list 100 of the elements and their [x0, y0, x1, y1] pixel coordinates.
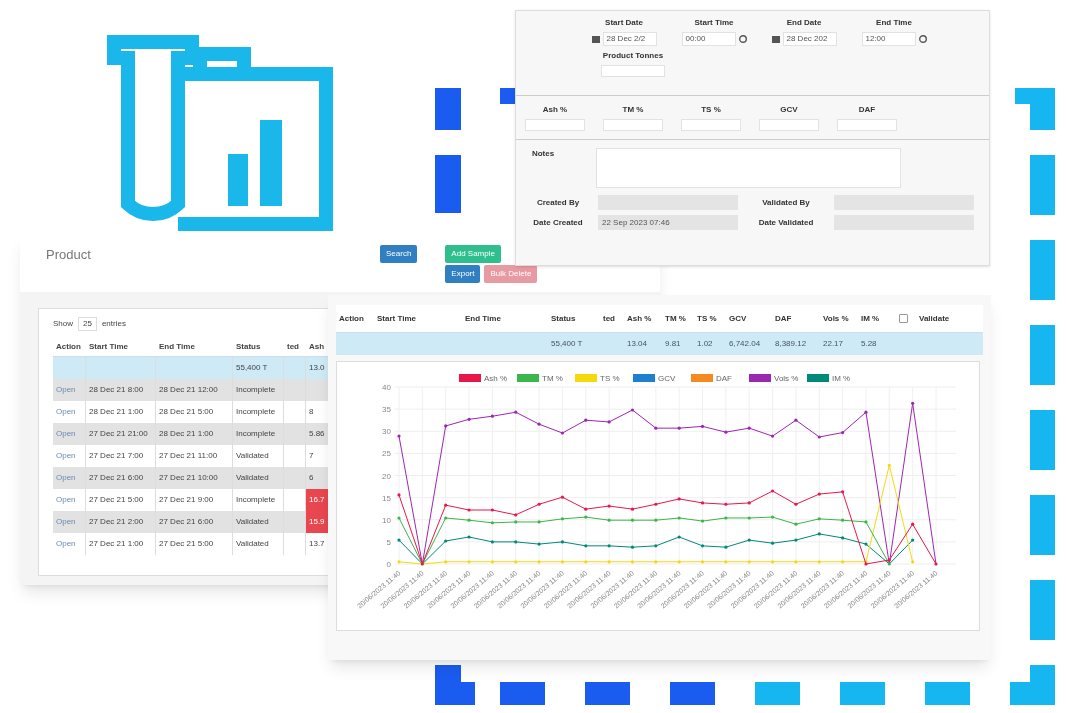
- data-point: [630, 408, 635, 412]
- input-field[interactable]: [525, 119, 585, 131]
- frame-dash: [1030, 580, 1055, 640]
- data-point: [584, 515, 588, 519]
- data-point: [677, 560, 681, 564]
- data-point: [770, 434, 775, 438]
- data-point: [817, 492, 821, 496]
- column-header: GCV: [728, 312, 748, 325]
- input-field[interactable]: 28 Dec 202: [782, 32, 837, 46]
- data-point: [630, 518, 635, 522]
- table-cell-text: 55,400 T: [550, 338, 584, 350]
- data-point: [514, 540, 518, 544]
- legend-label: TS %: [600, 374, 620, 383]
- data-point: [467, 560, 471, 564]
- field-label: Date Validated: [757, 216, 815, 229]
- data-point: [630, 545, 635, 549]
- frame-dash: [585, 682, 630, 705]
- field-label: Start Date: [605, 17, 643, 29]
- field-label: Notes: [530, 148, 556, 160]
- open-link[interactable]: Open: [53, 533, 86, 555]
- table-cell-text: 1.02: [696, 338, 714, 350]
- frame-dash: [1030, 240, 1055, 300]
- data-point: [794, 502, 798, 506]
- data-point: [794, 522, 798, 526]
- action-button[interactable]: Add Sample: [445, 245, 501, 263]
- table-cell-text: 8,389.12: [774, 338, 808, 350]
- data-point: [397, 493, 401, 497]
- action-button[interactable]: Bulk Delete: [484, 265, 538, 283]
- data-point: [490, 414, 494, 418]
- clock-icon: [738, 35, 747, 43]
- column-header: Action: [55, 340, 82, 353]
- data-point: [654, 560, 658, 564]
- field-label: End Date: [786, 17, 822, 29]
- column-header: End Time: [464, 312, 502, 325]
- data-point: [607, 518, 611, 522]
- input-field[interactable]: 12:00: [861, 32, 916, 46]
- data-point: [607, 420, 611, 424]
- data-point: [911, 522, 915, 526]
- input-field[interactable]: [603, 119, 663, 131]
- data-point: [560, 560, 565, 564]
- data-point: [444, 503, 448, 507]
- input-field[interactable]: [759, 119, 819, 131]
- clock-icon: [918, 35, 927, 43]
- action-button[interactable]: Export: [445, 265, 481, 283]
- field-label: TS %: [701, 104, 721, 116]
- field-label: Validated By: [761, 196, 811, 209]
- data-point: [467, 518, 471, 522]
- data-point: [817, 435, 821, 439]
- data-point: [770, 489, 775, 493]
- input-field[interactable]: 22 Sep 2023 07:46: [598, 215, 738, 230]
- field-label: GCV: [780, 104, 798, 116]
- column-header: Start Time: [376, 312, 417, 325]
- input-field[interactable]: 28 Dec 2/2: [602, 32, 657, 46]
- input-field[interactable]: [837, 119, 897, 131]
- table-cell-text: 22.17: [822, 338, 845, 350]
- notes-field[interactable]: [596, 148, 901, 188]
- y-tick-label: 0: [386, 560, 391, 569]
- data-point: [934, 562, 938, 566]
- data-point: [887, 463, 891, 467]
- data-point: [537, 560, 541, 564]
- field-label: Start Time: [694, 17, 734, 29]
- legend-label: Vols %: [774, 374, 799, 383]
- action-button[interactable]: Search: [380, 245, 418, 263]
- data-point: [677, 535, 681, 539]
- data-point: [841, 490, 845, 494]
- data-point: [841, 431, 845, 435]
- column-header: ted: [602, 312, 616, 325]
- data-point: [490, 560, 494, 564]
- data-point: [864, 410, 868, 414]
- data-point: [770, 560, 775, 564]
- field-label: DAF: [858, 104, 876, 116]
- y-tick-label: 5: [386, 537, 391, 547]
- data-point: [467, 508, 471, 512]
- data-point: [817, 532, 821, 536]
- data-point: [794, 560, 798, 564]
- data-point: [607, 560, 611, 564]
- select-all-checkbox[interactable]: [898, 314, 908, 323]
- field-label: End Time: [876, 17, 912, 29]
- table-cell: Validated: [233, 533, 284, 555]
- data-point: [654, 518, 658, 522]
- data-point: [864, 542, 868, 546]
- input-field[interactable]: [601, 65, 665, 77]
- column-header: Validate: [918, 312, 951, 325]
- table-cell: 27 Dec 21 5:00: [156, 533, 233, 555]
- data-point: [677, 426, 681, 430]
- data-point: [420, 562, 424, 566]
- data-point: [444, 516, 448, 520]
- data-point: [724, 516, 728, 520]
- data-point: [700, 544, 705, 548]
- entries-select[interactable]: 25: [78, 317, 97, 331]
- data-point: [770, 541, 775, 545]
- y-tick-label: 15: [382, 493, 391, 503]
- data-point: [630, 507, 635, 511]
- frame-dash: [1030, 410, 1055, 470]
- data-point: [911, 401, 915, 405]
- input-field[interactable]: 00:00: [681, 32, 736, 46]
- y-tick-label: 10: [382, 515, 391, 525]
- input-field[interactable]: [681, 119, 741, 131]
- data-point: [514, 560, 518, 564]
- data-point: [397, 538, 401, 542]
